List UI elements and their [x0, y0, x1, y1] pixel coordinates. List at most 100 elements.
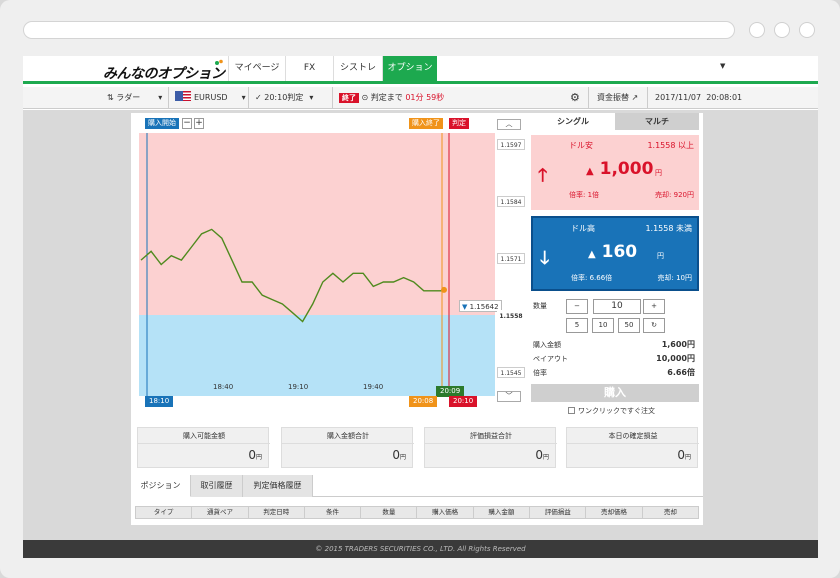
- order-tabs: シングル マルチ: [531, 113, 703, 130]
- judge-label: 判定: [449, 118, 469, 129]
- pair-label: EURUSD: [194, 93, 228, 102]
- summary-box-available: 購入可能金額 0円: [137, 427, 270, 468]
- buy-button[interactable]: 購入: [531, 384, 699, 402]
- date-text: 2017/11/07: [655, 93, 702, 102]
- zoom-out-button[interactable]: −: [182, 118, 192, 129]
- y-axis: 1.1597 1.1584 1.1571 1.1558 1.1545: [497, 133, 525, 396]
- judge-time-select[interactable]: ✓ 20:10判定 ▾: [255, 87, 313, 109]
- summary-row: 購入可能金額 0円 購入金額合計 0円 評価損益合計 0円 本日の確定損益 0円: [131, 419, 703, 468]
- tab-history[interactable]: 取引履歴: [191, 475, 243, 497]
- price-series-line: [140, 228, 444, 323]
- triangle-down-icon: ▼: [462, 303, 468, 311]
- workspace: 購入開始 − + 購入終了 判定 ▼ 1.15642 18:40 19:10 1…: [23, 110, 818, 540]
- summary-box-realized: 本日の確定損益 0円: [566, 427, 699, 468]
- scroll-up-button[interactable]: ︿: [497, 119, 521, 130]
- mode-select[interactable]: ⇅ ラダー ▾: [107, 87, 162, 109]
- buy-up-card[interactable]: 🡑 ドル安 1.1558 以上 ▲ 1,000 円 倍率: 1倍 売却: 920…: [531, 135, 699, 210]
- check-icon: ✓: [255, 93, 265, 102]
- summary-value: 0円: [248, 448, 262, 462]
- refresh-icon[interactable]: ↻: [643, 318, 665, 333]
- qty-preset-50[interactable]: 50: [618, 318, 640, 333]
- start-time-tag: 18:10: [145, 396, 174, 407]
- up-sell: 売却: 920円: [655, 191, 694, 199]
- countdown: 01分 59秒: [405, 93, 445, 102]
- column-header[interactable]: 購入金額: [474, 507, 531, 518]
- summary-unit: 円: [255, 454, 262, 461]
- nav-tab-mypage[interactable]: マイページ: [228, 56, 285, 81]
- purchase-start-label: 購入開始: [145, 118, 179, 129]
- qty-plus-button[interactable]: +: [643, 299, 665, 314]
- price-chart: [140, 133, 450, 396]
- column-header[interactable]: 数量: [361, 507, 418, 518]
- oneclick-option[interactable]: ワンクリックですぐ注文: [568, 406, 655, 416]
- chevron-down-icon: ▾: [241, 93, 246, 102]
- order-side-panel: シングル マルチ 🡑 ドル安 1.1558 以上 ▲ 1,000 円 倍率: 1…: [531, 113, 703, 418]
- last-price-point: [441, 286, 447, 293]
- qty-minus-button[interactable]: −: [566, 299, 588, 314]
- logo[interactable]: みんなのオプション: [103, 63, 225, 83]
- current-price-flag: ▼ 1.15642: [459, 300, 502, 312]
- toolbar: ⇅ ラダー ▾ EURUSD ▾ ✓ 20:10判定 ▾ 終了 ⊙ 判定まで 01分 …: [23, 87, 818, 109]
- zoom-in-button[interactable]: +: [194, 118, 204, 129]
- oneclick-checkbox[interactable]: [568, 407, 575, 414]
- window-dot-2[interactable]: [774, 22, 790, 38]
- datetime: 2017/11/07 20:08:01: [655, 87, 742, 109]
- summary-label: 本日の確定損益: [567, 431, 699, 444]
- qty-preset-5[interactable]: 5: [566, 318, 588, 333]
- tab-judge-history[interactable]: 判定価格履歴: [243, 475, 313, 497]
- divider: [588, 87, 589, 109]
- purchase-end-label: 購入終了: [409, 118, 443, 129]
- chevron-down-icon: ▾: [158, 93, 163, 102]
- buy-down-card[interactable]: 🡓 ドル高 1.1558 未満 ▲ 160 円 倍率: 6.66倍 売却: 10…: [531, 216, 699, 291]
- y-tick-target: 1.1558: [497, 310, 525, 321]
- down-price-value: 160: [601, 242, 638, 262]
- column-header[interactable]: 判定日時: [249, 507, 305, 518]
- x-tick: 19:40: [363, 383, 384, 391]
- up-price-value: 1,000: [599, 159, 654, 179]
- column-header[interactable]: 売却価格: [586, 507, 643, 518]
- logo-mark-icon: [215, 59, 223, 65]
- funds-transfer-link[interactable]: 資金振替 ↗: [597, 87, 638, 109]
- column-header[interactable]: 通貨ペア: [192, 507, 249, 518]
- y-tick: 1.1545: [497, 367, 525, 378]
- chevron-down-icon[interactable]: ▼: [720, 62, 725, 70]
- summary-box-unrealized: 評価損益合計 0円: [424, 427, 557, 468]
- gear-icon[interactable]: ⚙: [570, 87, 580, 109]
- x-tick: 18:40: [213, 383, 234, 391]
- summary-amount: 0: [392, 448, 400, 462]
- nav-tab-fx[interactable]: FX: [285, 56, 333, 81]
- tab-multi[interactable]: マルチ: [615, 113, 699, 130]
- nav-tab-systrade[interactable]: シストレ: [333, 56, 382, 81]
- window-dot-3[interactable]: [799, 22, 815, 38]
- tab-single[interactable]: シングル: [531, 113, 615, 130]
- pair-select[interactable]: EURUSD ▾: [175, 87, 246, 109]
- trade-panel: 購入開始 − + 購入終了 判定 ▼ 1.15642 18:40 19:10 1…: [131, 113, 703, 525]
- x-tick: 19:10: [288, 383, 309, 391]
- summary-unit: 円: [542, 454, 549, 461]
- column-header[interactable]: 売却: [643, 507, 698, 518]
- chart-area[interactable]: ▼ 1.15642: [139, 133, 502, 396]
- divider: [332, 87, 333, 109]
- column-header[interactable]: 購入価格: [417, 507, 474, 518]
- up-condition: 1.1558 以上: [647, 141, 694, 150]
- qty-input[interactable]: 10: [593, 299, 641, 314]
- up-unit: 円: [655, 169, 662, 177]
- up-price: ▲ 1,000: [586, 159, 653, 179]
- summary-amount: 0: [677, 448, 685, 462]
- address-bar[interactable]: [23, 21, 735, 39]
- until-label: 判定まで: [370, 93, 403, 102]
- top-nav: みんなのオプション マイページ FX シストレ オプション ▼: [23, 56, 818, 84]
- buy-amount-label: 購入金額: [533, 341, 561, 349]
- down-label: ドル高: [571, 224, 595, 233]
- column-header[interactable]: 条件: [305, 507, 362, 518]
- nav-tab-option[interactable]: オプション: [382, 56, 437, 81]
- qty-preset-10[interactable]: 10: [592, 318, 614, 333]
- tab-positions[interactable]: ポジション: [131, 475, 191, 497]
- status-area: 終了 ⊙ 判定まで 01分 59秒: [339, 87, 444, 109]
- end-time-tag: 20:08: [409, 396, 438, 407]
- down-unit: 円: [657, 252, 664, 260]
- down-condition: 1.1558 未満: [645, 224, 692, 233]
- column-header[interactable]: 評価損益: [530, 507, 587, 518]
- window-dot-1[interactable]: [749, 22, 765, 38]
- column-header[interactable]: タイプ: [136, 507, 193, 518]
